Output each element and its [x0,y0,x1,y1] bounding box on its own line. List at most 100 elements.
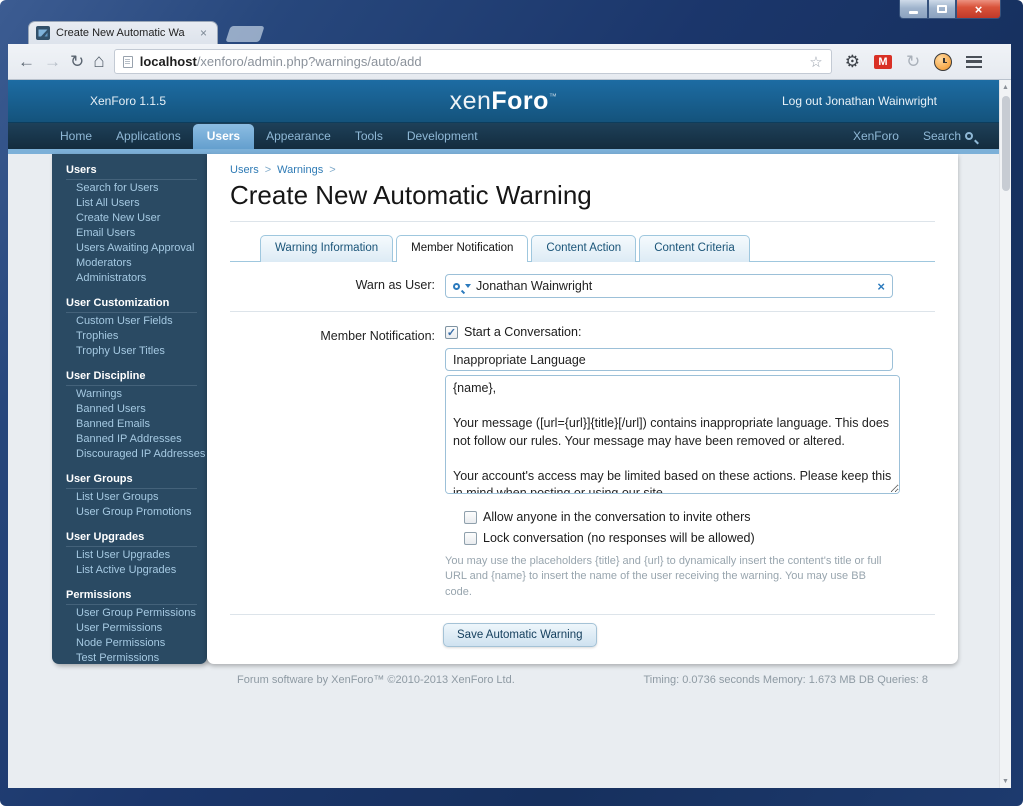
lock-conversation-label[interactable]: Lock conversation (no responses will be … [483,531,755,545]
sidebar-item-banned-emails[interactable]: Banned Emails [66,416,207,431]
browser-toolbar: ← → ↻ ⌂ localhost/xenforo/admin.php?warn… [8,44,1011,80]
sidebar-item-users-awaiting-approval[interactable]: Users Awaiting Approval [66,240,207,255]
nav-search[interactable]: Search [911,124,985,149]
xenforo-logo: xenForo™ [450,87,558,116]
sidebar-item-warnings[interactable]: Warnings [66,386,207,401]
member-notification-row: Member Notification: ✓ Start a Conversat… [230,325,935,600]
logout-link[interactable]: Log out Jonathan Wainwright [782,94,937,108]
maximize-icon [937,5,947,13]
sidebar-item-list-active-upgrades[interactable]: List Active Upgrades [66,562,207,577]
window-frame-bottom [0,788,1023,806]
sidebar-item-banned-users[interactable]: Banned Users [66,401,207,416]
bookmark-star-icon[interactable]: ☆ [809,53,822,71]
logo-xen: xen [450,87,492,115]
sync-icon[interactable]: ↻ [906,52,920,72]
allow-invite-label[interactable]: Allow anyone in the conversation to invi… [483,510,751,524]
sidebar-item-list-user-upgrades[interactable]: List User Upgrades [66,547,207,562]
page-icon [123,56,133,68]
page-title: Create New Automatic Warning [230,180,935,222]
sidebar-item-trophy-user-titles[interactable]: Trophy User Titles [66,343,207,358]
allow-invite-checkbox[interactable] [464,511,477,524]
close-button[interactable]: × [956,0,1001,19]
start-conversation-checkbox[interactable]: ✓ [445,326,458,339]
new-tab-button[interactable] [225,26,264,42]
tab-content-criteria[interactable]: Content Criteria [639,235,750,262]
minimize-icon [909,11,918,14]
sidebar-item-create-new-user[interactable]: Create New User [66,210,207,225]
chevron-down-icon [465,284,471,288]
maximize-button[interactable] [928,0,956,19]
tab-content-action[interactable]: Content Action [531,235,636,262]
nav-item-home[interactable]: Home [48,124,104,149]
nav-item-applications[interactable]: Applications [104,124,193,149]
sidebar-item-custom-user-fields[interactable]: Custom User Fields [66,313,207,328]
sidebar-item-node-permissions[interactable]: Node Permissions [66,635,207,650]
nav-item-development[interactable]: Development [395,124,490,149]
sidebar-item-trophies[interactable]: Trophies [66,328,207,343]
browser-tab[interactable]: Create New Automatic Wa × [28,21,218,44]
clear-user-icon[interactable]: × [877,279,885,294]
reload-icon[interactable]: ↻ [70,53,84,70]
start-conversation-label[interactable]: Start a Conversation: [464,325,581,339]
sidebar-item-search-for-users[interactable]: Search for Users [66,180,207,195]
save-automatic-warning-button[interactable]: Save Automatic Warning [443,623,597,647]
sidebar-item-moderators[interactable]: Moderators [66,255,207,270]
page-footer: Forum software by XenForo™ ©2010-2013 Xe… [207,674,958,686]
sidebar-item-test-permissions[interactable]: Test Permissions [66,650,207,664]
tab-member-notification[interactable]: Member Notification [396,235,528,262]
url-path: /xenforo/admin.php?warnings/auto/add [197,54,422,69]
logo-foro: Foro [491,87,549,115]
breadcrumb-warnings[interactable]: Warnings [277,164,323,176]
clock-icon[interactable] [934,53,952,71]
sidebar-item-banned-ip-addresses[interactable]: Banned IP Addresses [66,431,207,446]
sidebar-item-user-group-permissions[interactable]: User Group Permissions [66,605,207,620]
home-icon[interactable]: ⌂ [93,52,104,71]
warn-as-user-input[interactable]: Jonathan Wainwright × [445,274,893,298]
browser-window: Create New Automatic Wa × × ← → ↻ ⌂ loca… [0,0,1023,806]
sidebar-item-email-users[interactable]: Email Users [66,225,207,240]
gear-icon[interactable]: ⚙ [845,52,860,72]
sidebar-heading: User Groups [66,471,197,489]
warn-as-user-value: Jonathan Wainwright [476,279,872,293]
version-label: XenForo 1.1.5 [90,94,166,108]
nav-item-tools[interactable]: Tools [343,124,395,149]
conversation-message-textarea[interactable]: {name}, Your message ([url={url}]{title}… [445,375,900,494]
warn-as-user-row: Warn as User: Jonathan Wainwright × [230,274,935,298]
nav-xenforo-link[interactable]: XenForo [841,124,911,149]
scroll-down-icon[interactable]: ▼ [1002,774,1009,788]
sidebar-item-list-all-users[interactable]: List All Users [66,195,207,210]
url-text[interactable]: localhost/xenforo/admin.php?warnings/aut… [140,54,803,69]
minimize-button[interactable] [899,0,928,19]
sidebar-item-administrators[interactable]: Administrators [66,270,207,285]
breadcrumb-separator: > [265,164,271,176]
nav-item-users[interactable]: Users [193,124,254,149]
sidebar-item-discouraged-ip-addresses[interactable]: Discouraged IP Addresses [66,446,207,461]
menu-icon[interactable] [966,56,982,68]
url-bar[interactable]: localhost/xenforo/admin.php?warnings/aut… [114,49,832,74]
nav-item-appearance[interactable]: Appearance [254,124,343,149]
user-search-icon [453,283,460,290]
scroll-up-icon[interactable]: ▲ [1002,80,1009,94]
forward-icon[interactable]: → [44,53,61,70]
nav-right: XenForo Search [841,124,985,149]
footer-stats: Timing: 0.0736 seconds Memory: 1.673 MB … [644,674,929,686]
breadcrumb-users[interactable]: Users [230,164,259,176]
tab-warning-information[interactable]: Warning Information [260,235,393,262]
xenforo-header: XenForo 1.1.5 xenForo™ Log out Jonathan … [8,80,999,123]
tab-close-icon[interactable]: × [200,27,207,39]
scrollbar-thumb[interactable] [1002,96,1010,191]
breadcrumb: Users > Warnings > [230,164,935,176]
page-viewport: XenForo 1.1.5 xenForo™ Log out Jonathan … [8,80,1011,788]
titlebar: Create New Automatic Wa × × [8,0,1011,44]
back-icon[interactable]: ← [18,53,35,70]
sidebar-item-user-group-promotions[interactable]: User Group Promotions [66,504,207,519]
member-notification-form: Warn as User: Jonathan Wainwright × [230,262,935,647]
conversation-title-input[interactable] [445,348,893,371]
xenforo-page: XenForo 1.1.5 xenForo™ Log out Jonathan … [8,80,999,788]
sidebar-section-user-groups: User Groups List User Groups User Group … [66,471,207,519]
lock-conversation-checkbox[interactable] [464,532,477,545]
gmail-icon[interactable]: M [874,55,892,69]
url-host: localhost [140,54,197,69]
sidebar-item-user-permissions[interactable]: User Permissions [66,620,207,635]
sidebar-item-list-user-groups[interactable]: List User Groups [66,489,207,504]
